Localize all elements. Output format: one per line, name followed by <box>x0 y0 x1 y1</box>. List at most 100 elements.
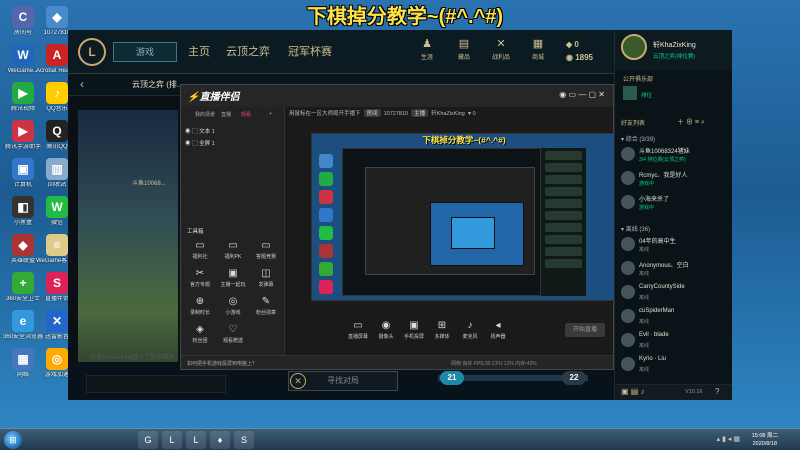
lol-tool-store[interactable]: ▦ 商城 <box>524 36 552 61</box>
tab-live[interactable]: 直播 <box>221 111 231 118</box>
friend-item[interactable]: 小海来杀了 游戏中 <box>615 192 732 216</box>
friend-list-actions[interactable]: ＋ ⊕ ≡ ⌕ <box>677 117 705 127</box>
toolbox-item[interactable]: ◈ 粉丝团 <box>185 323 215 344</box>
lol-tool-profile[interactable]: ♟ 生涯 <box>413 36 441 61</box>
capture-control[interactable]: ◉ 摄像头 <box>371 319 401 340</box>
control-icon: ♪ <box>467 320 473 331</box>
help-tip[interactable]: 如何把手机游戏投屏到电脑上？ <box>187 360 257 367</box>
capture-control[interactable]: ◂ 扬声器 <box>483 319 513 340</box>
app-icon: ✕ <box>46 310 68 332</box>
group-offline[interactable]: ▾ 离线 (36) <box>621 224 650 233</box>
capture-control[interactable]: ⊞ 多媒体 <box>427 319 457 340</box>
capture-control[interactable]: ▭ 直播屏幕 <box>343 319 373 340</box>
stream-preview: 下棋掉分教学~(#^.^#) <box>311 133 615 301</box>
footer-icons[interactable]: ▣ ▤ ♪ <box>621 387 645 396</box>
scene-item[interactable]: ◉ ▢ 文本 1 <box>185 127 215 135</box>
capture-control[interactable]: ▣ 手机投屏 <box>399 319 429 340</box>
person-icon: ♟ <box>422 38 432 50</box>
friends-footer: ▣ ▤ ♪ V10.16 ? <box>615 384 732 400</box>
toolbox-item[interactable]: ✂ 官方专题 <box>185 267 215 288</box>
help-icon[interactable]: ? <box>715 387 719 396</box>
taskbar-app[interactable]: S <box>234 431 254 449</box>
toolbox-item[interactable]: ⊕ 录制时长 <box>185 295 215 316</box>
friend-name: 斗鱼10068324猪妹 <box>639 149 690 155</box>
toolbox-item[interactable]: ▭ 福利社 <box>185 239 215 260</box>
lol-play-button[interactable]: 游戏 <box>113 42 177 62</box>
friend-item[interactable]: 斗鱼10068324猪妹 3/4 排位赛(云顶之弈) <box>615 144 732 168</box>
friend-item[interactable]: Anonymous、空白 离线 <box>615 258 732 282</box>
friend-status: 3/4 排位赛(云顶之弈) <box>639 157 686 163</box>
desktop: 下棋掉分教学~(#^.^#) C 房间号 ◆ 10727810 W WeGame... A A… <box>0 0 800 428</box>
tool-icon: ▭ <box>228 240 238 251</box>
app-icon: ▶ <box>12 82 34 104</box>
tool-label: 主播一起玩 <box>220 282 246 288</box>
lol-tool-collection[interactable]: ▤ 藏品 <box>450 36 478 61</box>
lol-nav-tft[interactable]: 云顶之弈 <box>226 43 270 59</box>
control-icon: ▭ <box>353 320 363 331</box>
control-icon: ⊞ <box>437 320 447 331</box>
toolbox-item[interactable]: ◫ 发弹幕 <box>251 267 281 288</box>
lol-tool-loot[interactable]: ✕ 战利品 <box>487 36 515 61</box>
lol-nav-cup[interactable]: 冠军杯赛 <box>288 43 332 59</box>
app-icon: + <box>12 272 34 294</box>
close-icon[interactable]: ✕ <box>290 373 306 389</box>
app-icon: ◆ <box>12 234 34 256</box>
app-icon: ◎ <box>46 348 68 370</box>
capture-control[interactable]: ♪ 麦克风 <box>455 319 485 340</box>
window-controls[interactable]: ◉ ▭ — ▢ ✕ <box>559 90 605 99</box>
add-scene-icon[interactable]: + <box>269 111 272 117</box>
avatar <box>621 357 635 371</box>
taskbar-app[interactable]: G <box>138 431 158 449</box>
avatar <box>621 333 635 347</box>
friend-name: cuSpiderMan <box>639 308 675 314</box>
friend-item[interactable]: cuSpiderMan 离线 <box>615 306 732 330</box>
lol-nav-home[interactable]: 主页 <box>188 43 210 59</box>
taskbar-app[interactable]: ♦ <box>210 431 230 449</box>
start-button[interactable]: ⊞ <box>4 431 22 449</box>
lol-logo[interactable]: L <box>78 38 106 66</box>
friend-item[interactable]: Evil · blade 离线 <box>615 330 732 354</box>
control-label: 直播屏幕 <box>347 334 368 340</box>
app-icon: ▣ <box>12 158 34 180</box>
app-icon: W <box>46 196 68 218</box>
self-profile[interactable]: 轩KhaZixKing 云顶之弈(排位赛) <box>615 30 732 70</box>
system-tray[interactable]: ▴ ▮ ◂ ▦ <box>717 435 740 443</box>
control-label: 麦克风 <box>462 334 478 340</box>
tool-label: 福利PK <box>224 254 242 260</box>
group-online[interactable]: ▾ 综合 (3/39) <box>621 134 655 143</box>
friend-item[interactable]: 04年的高中生 离线 <box>615 234 732 258</box>
friends-panel: 轩KhaZixKing 云顶之弈(排位赛) 公开俱乐部 排位 好友列表 ＋ ⊕ … <box>614 30 732 400</box>
lol-top-bar: L 游戏 主页 云顶之弈 冠军杯赛 ♟ 生涯 ▤ 藏品 ✕ 战利品 ▦ 商城 ◆ 0 ◉… <box>68 30 620 74</box>
toolbox-item[interactable]: ▭ 福利PK <box>218 239 248 260</box>
friend-item[interactable]: CarryCountySide 离线 <box>615 282 732 306</box>
lobby-scene <box>78 110 178 380</box>
avatar <box>621 261 635 275</box>
toolbox-item[interactable]: ♡ 观看赠送 <box>218 323 248 344</box>
club-section[interactable]: 公开俱乐部 排位 <box>615 70 732 110</box>
start-stream-button[interactable]: 开始直播 <box>565 323 605 337</box>
friend-item[interactable]: Kyrio · Liu 离线 <box>615 354 732 378</box>
chest-icon: ▤ <box>458 38 470 50</box>
back-arrow-icon[interactable]: ‹ <box>80 77 84 91</box>
chat-input[interactable] <box>86 375 226 393</box>
app-logo: ⚡直播伴侣 <box>187 92 240 103</box>
taskbar-app[interactable]: L <box>186 431 206 449</box>
app-icon: ◧ <box>12 196 34 218</box>
scene-item[interactable]: ◉ ▢ 全屏 1 <box>185 139 215 147</box>
control-label: 手机投屏 <box>403 334 424 340</box>
friend-item[interactable]: Rcmyc、我是好人 游戏中 <box>615 168 732 192</box>
toolbox-item[interactable]: ◎ 小游戏 <box>218 295 248 316</box>
tool-label: 粉丝团 <box>192 338 208 344</box>
toolbox-item[interactable]: ▭ 答题竞赛 <box>251 239 281 260</box>
preview-nested-screen-inner <box>451 217 495 249</box>
toolbox-item[interactable]: ▣ 主播一起玩 <box>218 267 248 288</box>
tab-my-scenes[interactable]: 我的场景 <box>195 111 215 118</box>
avatar[interactable] <box>621 34 647 60</box>
tab-watch[interactable]: 观看 <box>241 111 251 118</box>
toolbox-item[interactable]: ✎ 粉丝勋章 <box>251 295 281 316</box>
status-bar: 如何把手机游戏投屏到电脑上？ 网络:良好 FPS:30 CPU:12% 内存:4… <box>181 355 613 369</box>
taskbar-app[interactable]: L <box>162 431 182 449</box>
clock[interactable]: 15:08 周二 2020/8/18 <box>752 432 778 448</box>
app-icon: C <box>12 6 34 28</box>
stream-info: 用鼠标在一区大师局开手播下 房间 10727810 主播 轩KhaZixKing ♥… <box>289 109 476 117</box>
